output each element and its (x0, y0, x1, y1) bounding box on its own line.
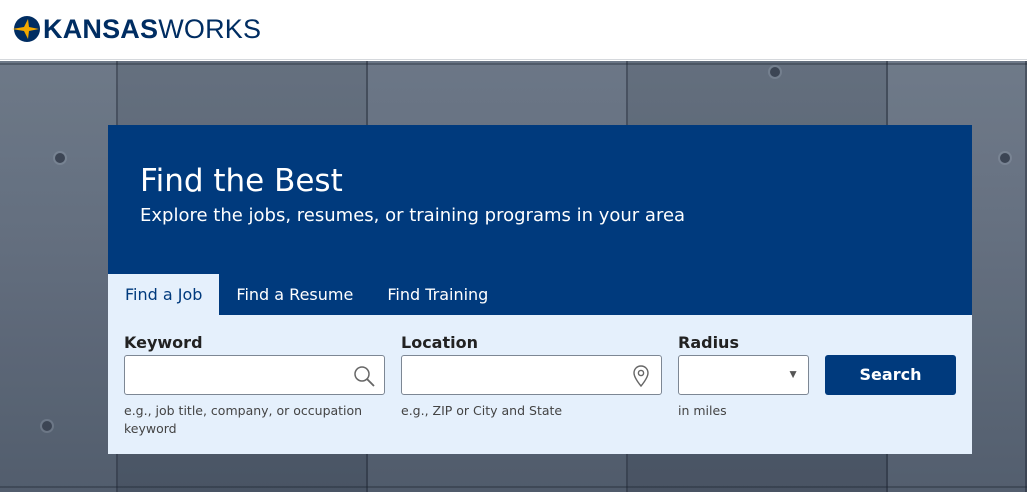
keyword-field-group: Keyword e.g., job title, company, or occ… (124, 333, 385, 438)
background-bolt (770, 67, 780, 77)
logo-text: KANSASWORKS (43, 13, 261, 45)
location-input[interactable] (402, 356, 661, 394)
logo-text-bold: KANSAS (43, 14, 159, 44)
search-panel: Find the Best Explore the jobs, resumes,… (108, 125, 972, 454)
background-seam (0, 63, 1027, 65)
search-button[interactable]: Search (825, 355, 956, 395)
keyword-label: Keyword (124, 333, 203, 352)
keyword-hint: e.g., job title, company, or occupation … (124, 403, 363, 436)
site-header: KANSASWORKS (0, 0, 1027, 60)
search-icon (354, 366, 375, 387)
search-tabs: Find a Job Find a Resume Find Training (108, 274, 505, 315)
search-form: Keyword e.g., job title, company, or occ… (108, 315, 972, 454)
background-bolt (1000, 153, 1010, 163)
location-hint: e.g., ZIP or City and State (401, 403, 563, 418)
location-label: Location (401, 333, 478, 352)
radius-field-group: Radius ▼ in miles (678, 333, 809, 420)
hero-subtitle: Explore the jobs, resumes, or training p… (140, 205, 686, 226)
tab-find-resume[interactable]: Find a Resume (219, 274, 370, 315)
logo-star-icon (12, 16, 40, 42)
keyword-input-box (124, 355, 385, 395)
tab-find-training[interactable]: Find Training (370, 274, 505, 315)
background-bolt (55, 153, 65, 163)
radius-label: Radius (678, 333, 739, 352)
background-seam (0, 486, 1027, 488)
map-pin-icon (633, 365, 649, 388)
caret-down-icon: ▼ (787, 367, 799, 381)
hero-title: Find the Best (140, 163, 343, 199)
radius-hint: in miles (678, 403, 727, 418)
keyword-input[interactable] (125, 356, 384, 394)
radius-select[interactable]: ▼ (678, 355, 809, 395)
kansasworks-logo[interactable]: KANSASWORKS (12, 13, 261, 45)
background-plank (0, 61, 118, 492)
tab-find-job[interactable]: Find a Job (108, 274, 220, 315)
background-bolt (42, 421, 52, 431)
logo-text-regular: WORKS (158, 14, 262, 44)
location-field-group: Location e.g., ZIP or City and State (401, 333, 662, 420)
location-input-box (401, 355, 662, 395)
